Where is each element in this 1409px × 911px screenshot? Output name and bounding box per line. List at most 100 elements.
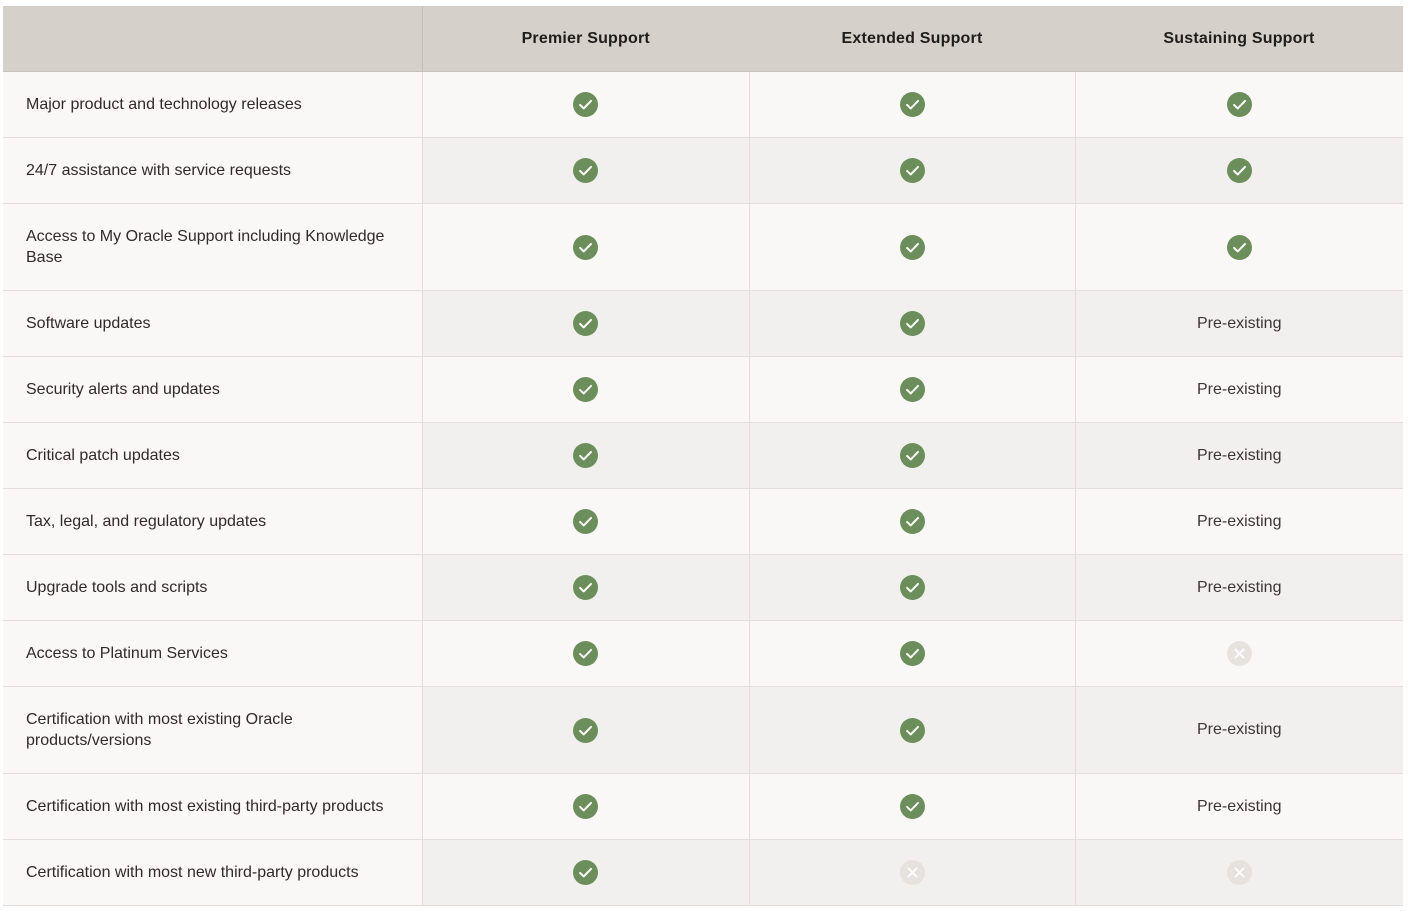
check-circle-icon — [573, 717, 598, 743]
header-feature — [3, 6, 423, 72]
table-row: Major product and technology releases — [3, 71, 1403, 138]
check-circle-icon — [1226, 234, 1252, 260]
check-circle-icon — [899, 509, 925, 534]
pre-existing-label: Pre-existing — [1197, 721, 1282, 738]
check-circle-icon — [899, 794, 925, 819]
sustaining-support-cell — [1075, 137, 1403, 204]
table-row: Upgrade tools and scripts Pre-existing — [3, 554, 1403, 621]
premier-support-cell — [422, 71, 750, 138]
premier-support-cell — [422, 290, 750, 357]
check-circle-icon — [1226, 92, 1252, 117]
table-row: Critical patch updates Pre-existing — [3, 422, 1403, 489]
pre-existing-label: Pre-existing — [1197, 446, 1282, 464]
table-row: Software updates Pre-existing — [3, 290, 1403, 357]
check-circle-icon — [573, 234, 598, 260]
x-circle-icon — [1226, 641, 1252, 666]
table-row: Certification with most existing third-p… — [3, 773, 1403, 840]
feature-label: Major product and technology releases — [3, 71, 423, 138]
sustaining-support-cell: Pre-existing — [1075, 290, 1403, 357]
sustaining-support-cell — [1075, 839, 1403, 906]
sustaining-support-cell: Pre-existing — [1075, 422, 1403, 489]
check-circle-icon — [899, 377, 925, 402]
check-circle-icon — [573, 158, 598, 183]
pre-existing-label: Pre-existing — [1197, 578, 1282, 596]
sustaining-support-cell: Pre-existing — [1075, 554, 1403, 621]
check-circle-icon — [899, 234, 925, 260]
check-circle-icon — [899, 158, 925, 183]
feature-label: Access to My Oracle Support including Kn… — [3, 203, 423, 291]
sustaining-support-cell — [1075, 620, 1403, 687]
check-circle-icon — [899, 717, 925, 743]
support-comparison: Premier Support Extended Support Sustain… — [3, 6, 1403, 906]
extended-support-cell — [749, 686, 1076, 774]
sustaining-support-cell: Pre-existing — [1075, 773, 1403, 840]
check-circle-icon — [573, 641, 598, 666]
feature-label: Certification with most existing third-p… — [3, 773, 423, 840]
sustaining-support-cell — [1075, 203, 1403, 291]
sustaining-support-cell — [1075, 71, 1403, 138]
table-row: Tax, legal, and regulatory updates Pre-ex… — [3, 488, 1403, 555]
feature-label: Certification with most existing Oracle … — [3, 686, 423, 774]
extended-support-cell — [749, 356, 1076, 423]
x-circle-icon — [1226, 860, 1252, 885]
extended-support-cell — [749, 488, 1076, 555]
table-row: Certification with most new third-party … — [3, 839, 1403, 906]
extended-support-cell — [749, 71, 1076, 138]
premier-support-cell — [422, 686, 750, 774]
pre-existing-label: Pre-existing — [1197, 512, 1282, 530]
premier-support-cell — [422, 422, 750, 489]
extended-support-cell — [749, 290, 1076, 357]
sustaining-support-cell: Pre-existing — [1075, 488, 1403, 555]
premier-support-cell — [422, 488, 750, 555]
table-row: 24/7 assistance with service requests — [3, 137, 1403, 204]
check-circle-icon — [573, 794, 598, 819]
x-circle-icon — [899, 860, 925, 885]
header-sustaining-support: Sustaining Support — [1075, 6, 1403, 72]
check-circle-icon — [573, 92, 598, 117]
check-circle-icon — [899, 92, 925, 117]
table-row: Access to Platinum Services — [3, 620, 1403, 687]
premier-support-cell — [422, 839, 750, 906]
table-row: Certification with most existing Oracle … — [3, 686, 1403, 774]
pre-existing-label: Pre-existing — [1197, 380, 1282, 398]
check-circle-icon — [899, 443, 925, 468]
premier-support-cell — [422, 137, 750, 204]
feature-label: Security alerts and updates — [3, 356, 423, 423]
sustaining-support-cell: Pre-existing — [1075, 356, 1403, 423]
extended-support-cell — [749, 839, 1076, 906]
feature-label: Tax, legal, and regulatory updates — [3, 488, 423, 555]
premier-support-cell — [422, 356, 750, 423]
feature-label: Upgrade tools and scripts — [3, 554, 423, 621]
extended-support-cell — [749, 203, 1076, 291]
feature-label: Critical patch updates — [3, 422, 423, 489]
table-row: Access to My Oracle Support including Kn… — [3, 203, 1403, 291]
extended-support-cell — [749, 554, 1076, 621]
feature-label: Software updates — [3, 290, 423, 357]
check-circle-icon — [899, 575, 925, 600]
header-extended-support: Extended Support — [749, 6, 1075, 72]
check-circle-icon — [1226, 158, 1252, 183]
pre-existing-label: Pre-existing — [1197, 797, 1282, 815]
feature-label: Access to Platinum Services — [3, 620, 423, 687]
premier-support-cell — [422, 203, 750, 291]
header-premier-support: Premier Support — [422, 6, 749, 72]
check-circle-icon — [573, 311, 598, 336]
check-circle-icon — [573, 443, 598, 468]
check-circle-icon — [899, 641, 925, 666]
table-header-row: Premier Support Extended Support Sustain… — [3, 6, 1403, 72]
feature-label: Certification with most new third-party … — [3, 839, 423, 906]
check-circle-icon — [573, 860, 598, 885]
premier-support-cell — [422, 554, 750, 621]
extended-support-cell — [749, 137, 1076, 204]
feature-label: 24/7 assistance with service requests — [3, 137, 423, 204]
premier-support-cell — [422, 773, 750, 840]
check-circle-icon — [573, 575, 598, 600]
extended-support-cell — [749, 620, 1076, 687]
check-circle-icon — [899, 311, 925, 336]
sustaining-support-cell: Pre-existing — [1075, 686, 1403, 774]
support-comparison-table: Premier Support Extended Support Sustain… — [3, 6, 1403, 906]
check-circle-icon — [573, 509, 598, 534]
premier-support-cell — [422, 620, 750, 687]
table-row: Security alerts and updates Pre-existing — [3, 356, 1403, 423]
pre-existing-label: Pre-existing — [1197, 314, 1282, 332]
